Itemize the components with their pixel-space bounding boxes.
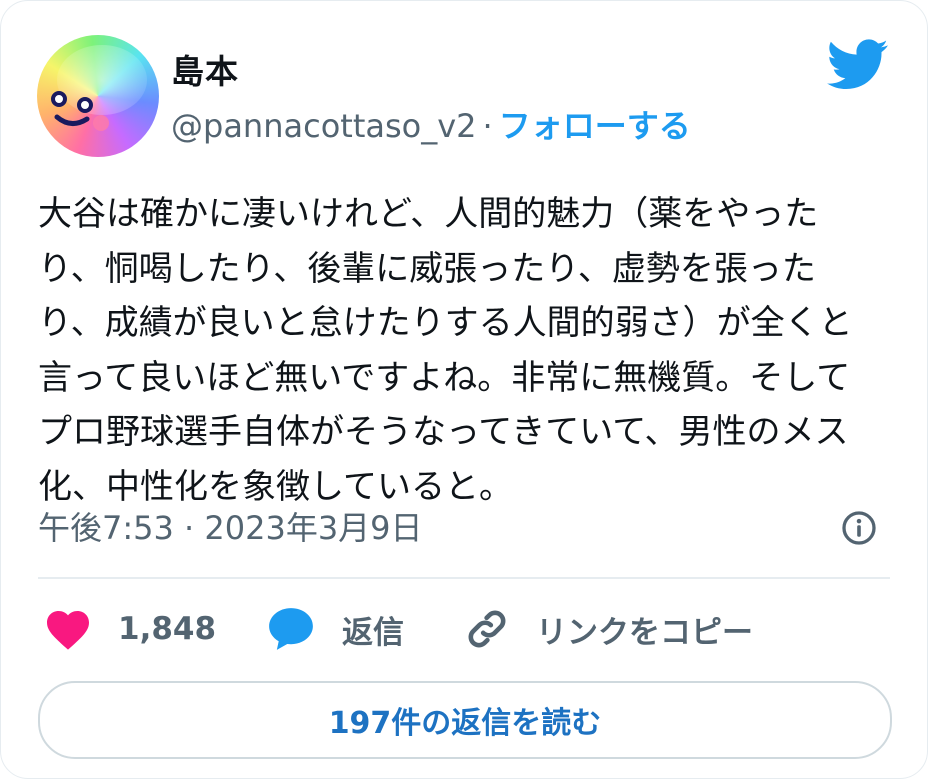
- tweet-line: り、恫喝したり、後輩に威張ったり、虚勢を張った: [38, 248, 816, 289]
- handle-row: @pannacottaso_v2 · フォローする: [171, 101, 691, 147]
- follow-button[interactable]: フォローする: [499, 107, 691, 145]
- tweet-line: プロ野球選手自体がそうなってきていて、男性のメス: [38, 412, 849, 452]
- link-icon: [468, 610, 506, 648]
- speech-bubble-icon: [269, 608, 313, 650]
- user-handle[interactable]: @pannacottaso_v2: [171, 107, 477, 145]
- like-count: 1,848: [118, 611, 217, 647]
- tweet-line: 言って良いほど無いですよね。非常に無機質。そして: [38, 357, 851, 398]
- read-replies-button[interactable]: 197件の返信を読む: [38, 681, 892, 759]
- reply-label: 返信: [342, 614, 404, 651]
- tweet-timestamp[interactable]: 午後7:53 · 2023年3月9日: [38, 503, 423, 549]
- copy-link-button[interactable]: リンクをコピー: [464, 599, 753, 659]
- copy-link-label: リンクをコピー: [536, 614, 753, 651]
- like-button[interactable]: 1,848: [44, 599, 216, 659]
- display-name[interactable]: 島本: [171, 45, 239, 93]
- avatar[interactable]: [37, 35, 159, 157]
- tweet-line: り、成績が良いと怠けたりする人間的弱さ）が全くと: [38, 303, 853, 343]
- info-icon[interactable]: [841, 510, 877, 546]
- twitter-bird-icon[interactable]: [827, 39, 889, 91]
- divider: [38, 577, 890, 579]
- heart-icon: [47, 611, 89, 650]
- tweet-line: 大谷は確かに凄いけれど、人間的魅力（薬をやった: [38, 194, 819, 234]
- separator-dot: ·: [482, 107, 493, 145]
- tweet-card: 島本 @pannacottaso_v2 · フォローする 大谷は確かに凄いけれど、人…: [0, 0, 928, 779]
- avatar-face-icon: [51, 91, 109, 131]
- tweet-text: 大谷は確かに凄いけれど、人間的魅力（薬をやった り、恫喝したり、後輩に威張ったり…: [38, 187, 898, 514]
- reply-button[interactable]: 返信: [266, 599, 404, 659]
